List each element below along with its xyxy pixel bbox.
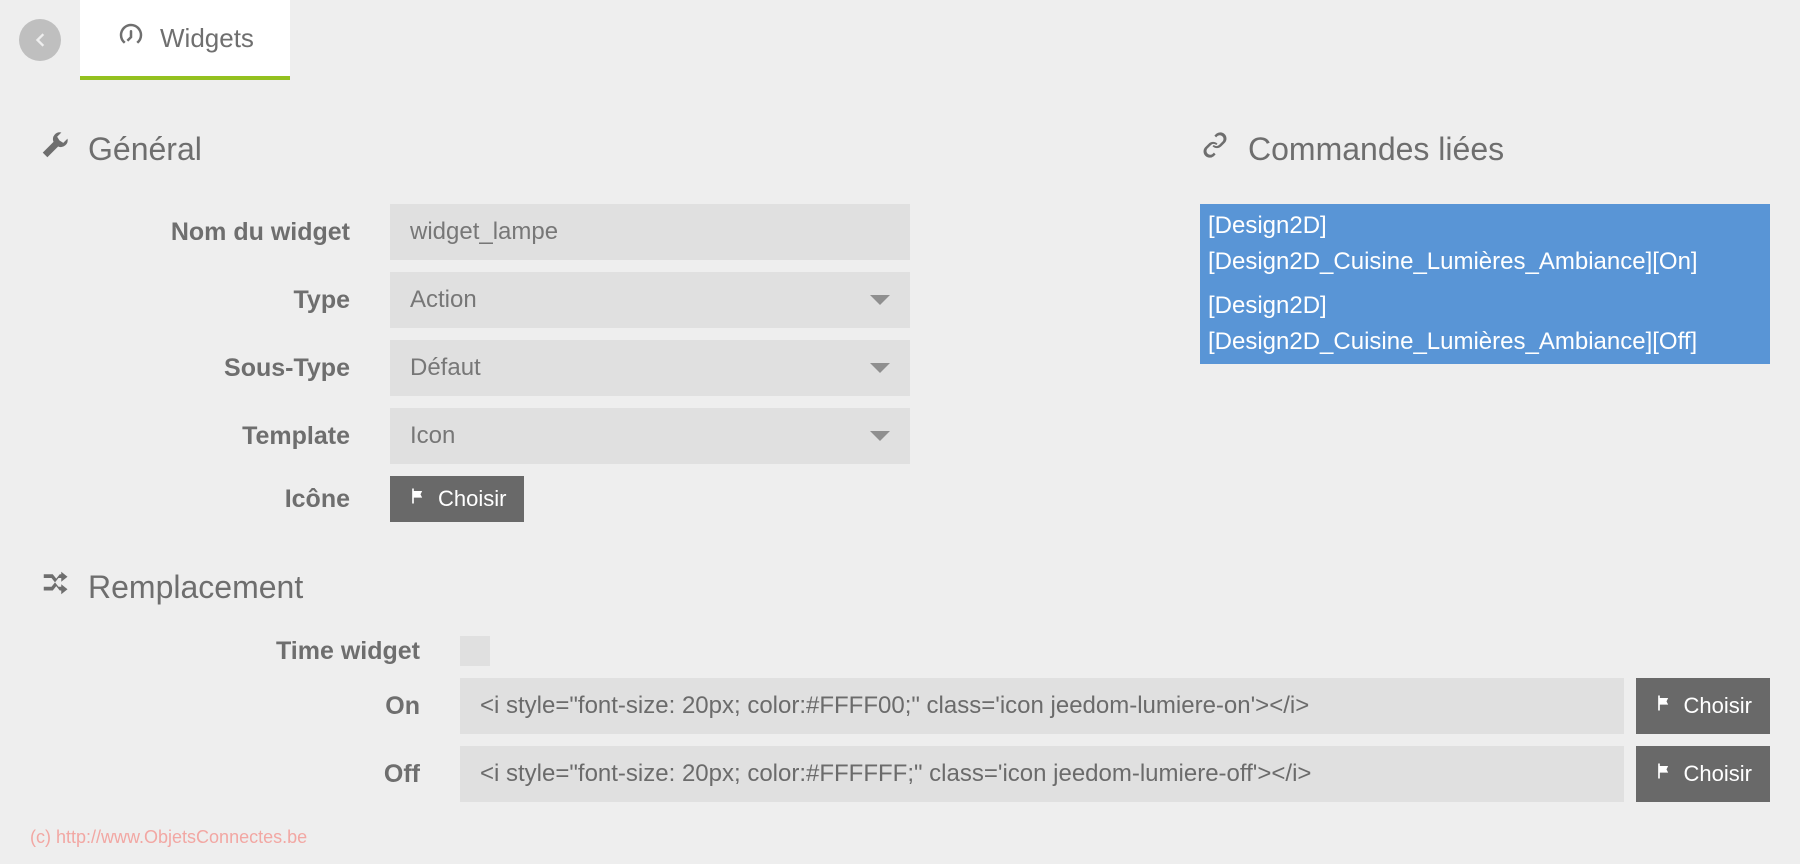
select-subtype[interactable]: Défaut <box>390 340 910 396</box>
label-template: Template <box>40 422 390 451</box>
flag-icon <box>1654 761 1674 787</box>
choose-icon-label: Choisir <box>438 486 506 512</box>
input-on[interactable] <box>460 678 1624 734</box>
caret-down-icon <box>870 363 890 373</box>
label-subtype: Sous-Type <box>40 354 390 383</box>
label-type: Type <box>40 286 390 315</box>
watermark: (c) http://www.ObjetsConnectes.be <box>30 827 307 848</box>
section-linked-title: Commandes liées <box>1248 131 1504 168</box>
wrench-icon <box>40 130 70 168</box>
label-widget-name: Nom du widget <box>40 218 390 247</box>
back-icon <box>19 19 61 61</box>
dashboard-icon <box>116 20 146 57</box>
section-replacement: Remplacement <box>40 568 1140 606</box>
caret-down-icon <box>870 431 890 441</box>
select-type[interactable]: Action <box>390 272 910 328</box>
back-button[interactable] <box>0 0 80 80</box>
caret-down-icon <box>870 295 890 305</box>
link-icon <box>1200 130 1230 168</box>
checkbox-time-widget[interactable] <box>460 636 490 666</box>
flag-icon <box>1654 693 1674 719</box>
choose-off-button[interactable]: Choisir <box>1636 746 1770 802</box>
section-general: Général <box>40 130 1140 168</box>
flag-icon <box>408 486 428 512</box>
label-on: On <box>40 692 460 721</box>
tab-label: Widgets <box>160 23 254 54</box>
choose-on-button[interactable]: Choisir <box>1636 678 1770 734</box>
select-template-value: Icon <box>410 422 455 450</box>
choose-icon-button[interactable]: Choisir <box>390 476 524 522</box>
label-off: Off <box>40 760 460 789</box>
linked-command-item[interactable]: [Design2D][Design2D_Cuisine_Lumières_Amb… <box>1200 204 1770 284</box>
topbar: Widgets <box>0 0 1800 80</box>
tab-widgets[interactable]: Widgets <box>80 0 290 80</box>
choose-on-label: Choisir <box>1684 693 1752 719</box>
input-widget-name[interactable] <box>390 204 910 260</box>
section-replacement-title: Remplacement <box>88 569 303 606</box>
input-off[interactable] <box>460 746 1624 802</box>
label-icon: Icône <box>40 485 390 514</box>
label-time-widget: Time widget <box>40 637 460 666</box>
section-linked: Commandes liées <box>1200 130 1770 168</box>
section-general-title: Général <box>88 131 202 168</box>
shuffle-icon <box>40 568 70 606</box>
select-type-value: Action <box>410 286 477 314</box>
select-subtype-value: Défaut <box>410 354 481 382</box>
select-template[interactable]: Icon <box>390 408 910 464</box>
linked-commands-list: [Design2D][Design2D_Cuisine_Lumières_Amb… <box>1200 204 1770 364</box>
choose-off-label: Choisir <box>1684 761 1752 787</box>
linked-command-item[interactable]: [Design2D][Design2D_Cuisine_Lumières_Amb… <box>1200 284 1770 364</box>
